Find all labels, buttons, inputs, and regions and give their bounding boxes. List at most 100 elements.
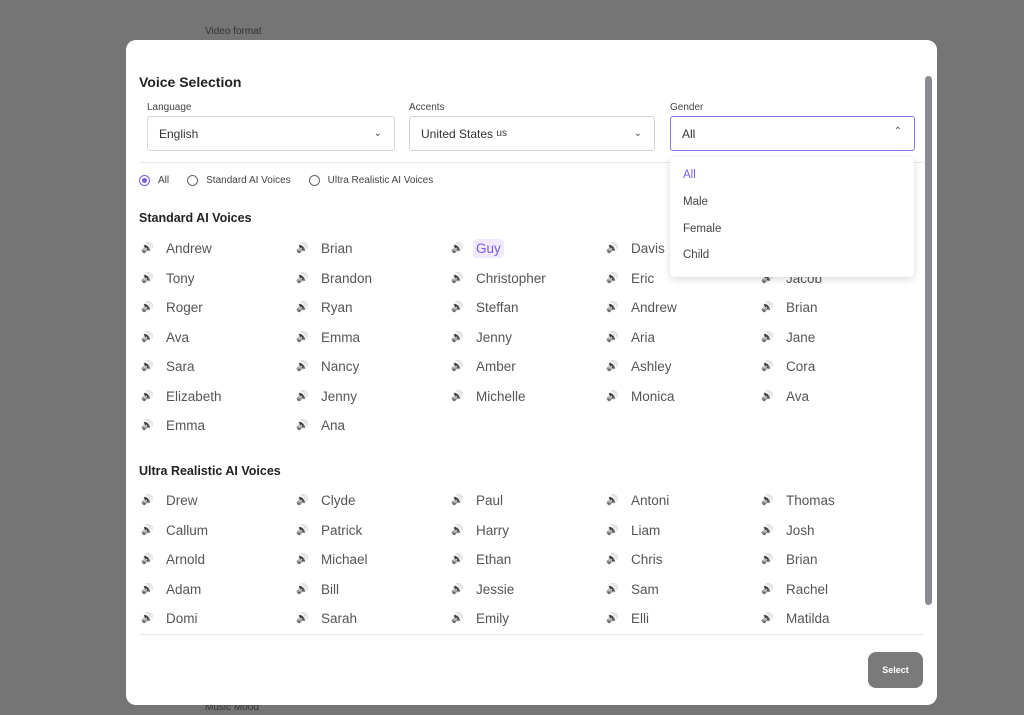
voice-item[interactable]: 🔊 Emma <box>296 323 451 353</box>
voice-item[interactable]: 🔊 Harry <box>451 516 606 546</box>
speaker-icon[interactable]: 🔊 <box>141 613 153 624</box>
speaker-icon[interactable]: 🔊 <box>761 584 773 595</box>
speaker-icon[interactable]: 🔊 <box>296 391 308 402</box>
voice-item[interactable]: 🔊 Roger <box>141 293 296 323</box>
speaker-icon[interactable]: 🔊 <box>761 391 773 402</box>
speaker-icon[interactable]: 🔊 <box>141 361 153 372</box>
voice-item[interactable]: 🔊 Clyde <box>296 486 451 516</box>
voice-item[interactable]: 🔊 Sarah <box>296 604 451 634</box>
speaker-icon[interactable]: 🔊 <box>451 584 463 595</box>
voice-item[interactable]: 🔊 Tony <box>141 264 296 294</box>
voice-item[interactable]: 🔊 Jenny <box>451 323 606 353</box>
voice-item[interactable]: 🔊 Rachel <box>761 575 916 605</box>
speaker-icon[interactable]: 🔊 <box>296 420 308 431</box>
voice-item[interactable]: 🔊 Ava <box>141 323 296 353</box>
voice-item[interactable]: 🔊 Andrew <box>606 293 761 323</box>
gender-option-male[interactable]: Male <box>670 189 914 216</box>
voice-item[interactable]: 🔊 Bill <box>296 575 451 605</box>
speaker-icon[interactable]: 🔊 <box>606 332 618 343</box>
voice-item[interactable]: 🔊 Elli <box>606 604 761 634</box>
voice-item[interactable]: 🔊 Antoni <box>606 486 761 516</box>
speaker-icon[interactable]: 🔊 <box>141 391 153 402</box>
speaker-icon[interactable]: 🔊 <box>296 302 308 313</box>
voice-item[interactable]: 🔊 Paul <box>451 486 606 516</box>
speaker-icon[interactable]: 🔊 <box>141 554 153 565</box>
speaker-icon[interactable]: 🔊 <box>451 391 463 402</box>
voice-item[interactable]: 🔊 Brian <box>761 293 916 323</box>
speaker-icon[interactable]: 🔊 <box>761 525 773 536</box>
speaker-icon[interactable]: 🔊 <box>296 361 308 372</box>
voice-item[interactable]: 🔊 Jenny <box>296 382 451 412</box>
voice-item[interactable]: 🔊 Arnold <box>141 545 296 575</box>
speaker-icon[interactable]: 🔊 <box>296 584 308 595</box>
speaker-icon[interactable]: 🔊 <box>451 554 463 565</box>
speaker-icon[interactable]: 🔊 <box>761 495 773 506</box>
voice-item[interactable]: 🔊 Andrew <box>141 234 296 264</box>
speaker-icon[interactable]: 🔊 <box>296 495 308 506</box>
speaker-icon[interactable]: 🔊 <box>296 525 308 536</box>
speaker-icon[interactable]: 🔊 <box>141 525 153 536</box>
voice-item[interactable]: 🔊 Ashley <box>606 352 761 382</box>
voice-item[interactable]: 🔊 Matilda <box>761 604 916 634</box>
speaker-icon[interactable]: 🔊 <box>606 243 618 254</box>
voice-item[interactable]: 🔊 Amber <box>451 352 606 382</box>
voice-item[interactable]: 🔊 Christopher <box>451 264 606 294</box>
filter-all[interactable]: All <box>139 175 169 186</box>
speaker-icon[interactable]: 🔊 <box>606 554 618 565</box>
speaker-icon[interactable]: 🔊 <box>761 361 773 372</box>
voice-item[interactable]: 🔊 Steffan <box>451 293 606 323</box>
voice-item[interactable]: 🔊 Monica <box>606 382 761 412</box>
voice-item[interactable]: 🔊 Patrick <box>296 516 451 546</box>
voice-item[interactable]: 🔊 Jane <box>761 323 916 353</box>
speaker-icon[interactable]: 🔊 <box>606 391 618 402</box>
filter-standard[interactable]: Standard AI Voices <box>187 175 291 186</box>
speaker-icon[interactable]: 🔊 <box>141 495 153 506</box>
voice-item[interactable]: 🔊 Michelle <box>451 382 606 412</box>
speaker-icon[interactable]: 🔊 <box>606 273 618 284</box>
gender-option-all[interactable]: All <box>670 162 914 189</box>
scrollbar[interactable] <box>925 76 932 605</box>
speaker-icon[interactable]: 🔊 <box>606 302 618 313</box>
voice-item[interactable]: 🔊 Guy <box>451 234 606 264</box>
voice-item[interactable]: 🔊 Brian <box>761 545 916 575</box>
accents-select[interactable]: United States us ⌄ <box>409 116 655 151</box>
speaker-icon[interactable]: 🔊 <box>141 243 153 254</box>
speaker-icon[interactable]: 🔊 <box>451 273 463 284</box>
voice-item[interactable]: 🔊 Aria <box>606 323 761 353</box>
speaker-icon[interactable]: 🔊 <box>761 332 773 343</box>
speaker-icon[interactable]: 🔊 <box>606 525 618 536</box>
gender-select[interactable]: All ⌃ <box>670 116 915 151</box>
speaker-icon[interactable]: 🔊 <box>451 361 463 372</box>
speaker-icon[interactable]: 🔊 <box>141 584 153 595</box>
voice-item[interactable]: 🔊 Cora <box>761 352 916 382</box>
speaker-icon[interactable]: 🔊 <box>761 613 773 624</box>
speaker-icon[interactable]: 🔊 <box>296 554 308 565</box>
voice-item[interactable]: 🔊 Ana <box>296 411 451 441</box>
voice-item[interactable]: 🔊 Emma <box>141 411 296 441</box>
voice-item[interactable]: 🔊 Thomas <box>761 486 916 516</box>
voice-item[interactable]: 🔊 Chris <box>606 545 761 575</box>
voice-item[interactable]: 🔊 Brandon <box>296 264 451 294</box>
speaker-icon[interactable]: 🔊 <box>606 613 618 624</box>
language-select[interactable]: English ⌄ <box>147 116 395 151</box>
voice-item[interactable]: 🔊 Elizabeth <box>141 382 296 412</box>
speaker-icon[interactable]: 🔊 <box>451 243 463 254</box>
gender-option-female[interactable]: Female <box>670 215 914 242</box>
voice-item[interactable]: 🔊 Ethan <box>451 545 606 575</box>
speaker-icon[interactable]: 🔊 <box>606 495 618 506</box>
voice-item[interactable]: 🔊 Emily <box>451 604 606 634</box>
voice-item[interactable]: 🔊 Nancy <box>296 352 451 382</box>
speaker-icon[interactable]: 🔊 <box>451 525 463 536</box>
speaker-icon[interactable]: 🔊 <box>296 332 308 343</box>
gender-option-child[interactable]: Child <box>670 242 914 269</box>
voice-item[interactable]: 🔊 Sara <box>141 352 296 382</box>
speaker-icon[interactable]: 🔊 <box>451 613 463 624</box>
voice-item[interactable]: 🔊 Josh <box>761 516 916 546</box>
voice-item[interactable]: 🔊 Brian <box>296 234 451 264</box>
voice-item[interactable]: 🔊 Ava <box>761 382 916 412</box>
speaker-icon[interactable]: 🔊 <box>606 584 618 595</box>
voice-item[interactable]: 🔊 Ryan <box>296 293 451 323</box>
speaker-icon[interactable]: 🔊 <box>141 273 153 284</box>
speaker-icon[interactable]: 🔊 <box>296 613 308 624</box>
voice-item[interactable]: 🔊 Callum <box>141 516 296 546</box>
